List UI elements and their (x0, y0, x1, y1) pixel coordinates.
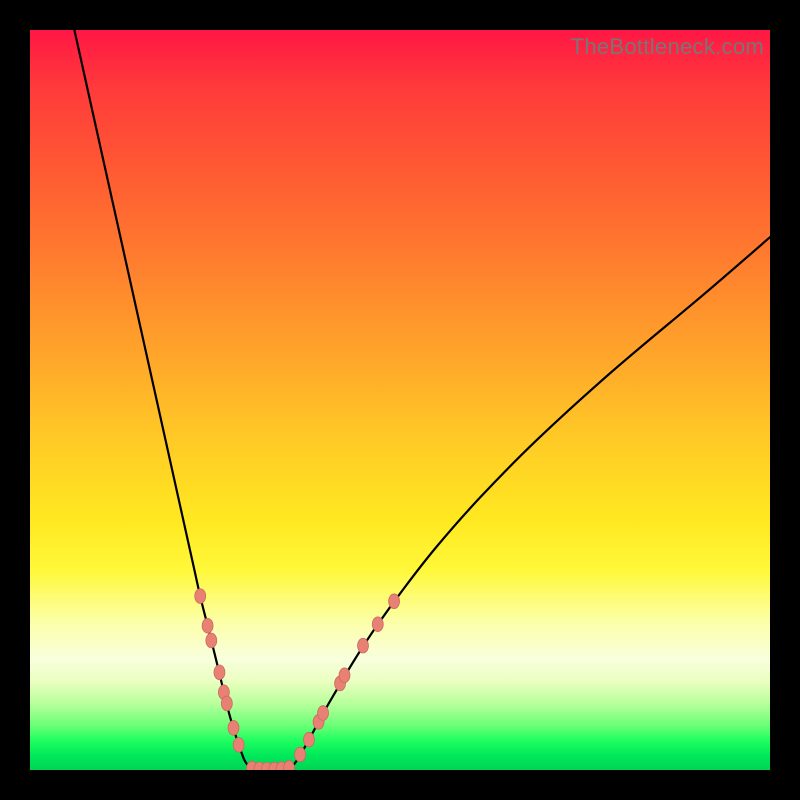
data-marker (284, 761, 295, 770)
data-marker (372, 617, 383, 632)
data-marker (233, 737, 244, 752)
data-marker (206, 633, 217, 648)
chart-frame: TheBottleneck.com (0, 0, 800, 800)
bottleneck-curve (74, 30, 770, 770)
data-marker (295, 747, 306, 762)
data-marker (318, 706, 329, 721)
data-marker (202, 618, 213, 633)
chart-svg (30, 30, 770, 770)
data-marker (358, 638, 369, 653)
data-marker (339, 668, 350, 683)
data-marker (228, 720, 239, 735)
plot-area: TheBottleneck.com (30, 30, 770, 770)
data-marker (389, 594, 400, 609)
data-marker (195, 589, 206, 604)
data-marker (304, 732, 315, 747)
data-marker (214, 665, 225, 680)
data-marker (221, 696, 232, 711)
